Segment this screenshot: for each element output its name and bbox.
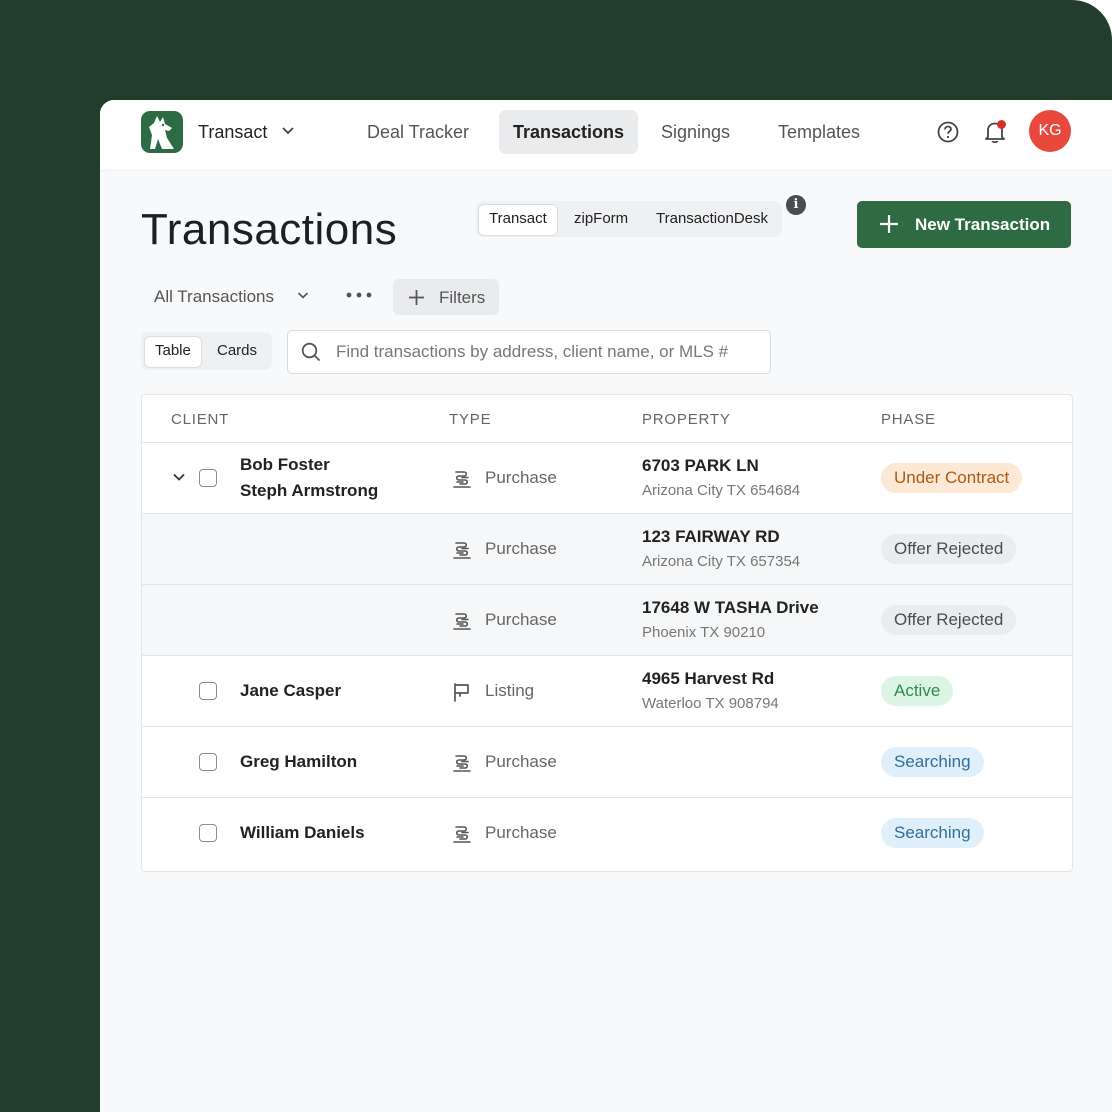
purchase-icon — [451, 468, 473, 495]
property-city: Arizona City TX 654684 — [642, 482, 801, 499]
layout-table[interactable]: Table — [144, 336, 202, 368]
new-transaction-button[interactable]: New Transaction — [857, 201, 1071, 248]
property-city: Waterloo TX 908794 — [642, 695, 779, 712]
phase-badge: Searching — [881, 818, 984, 848]
chevron-down-icon[interactable] — [296, 288, 310, 307]
transaction-type: Purchase — [485, 752, 557, 771]
filters-label: Filters — [439, 288, 486, 307]
source-transactiondesk[interactable]: TransactionDesk — [646, 204, 778, 234]
user-avatar[interactable]: KG — [1029, 110, 1071, 152]
brand-name[interactable]: Transact — [198, 122, 267, 143]
transaction-type: Purchase — [485, 610, 557, 629]
plus-icon — [877, 212, 901, 241]
property-city: Phoenix TX 90210 — [642, 624, 766, 641]
table-row[interactable]: Greg Hamilton Purchase Searching — [142, 727, 1072, 798]
property-address[interactable]: 123 FAIRWAY RD — [642, 527, 780, 547]
row-checkbox[interactable] — [199, 753, 217, 771]
chevron-down-icon[interactable] — [172, 470, 186, 489]
transactions-table: CLIENT TYPE PROPERTY PHASE Bob Foster St… — [141, 394, 1073, 872]
nav-deal-tracker[interactable]: Deal Tracker — [353, 110, 483, 154]
column-header-phase[interactable]: PHASE — [881, 411, 936, 428]
row-checkbox[interactable] — [199, 824, 217, 842]
property-address[interactable]: 6703 PARK LN — [642, 456, 759, 476]
table-row[interactable]: Bob Foster Steph Armstrong Purchase 6703… — [142, 443, 1072, 514]
client-name[interactable]: Steph Armstrong — [240, 481, 378, 501]
row-checkbox[interactable] — [199, 469, 217, 487]
property-city: Arizona City TX 657354 — [642, 553, 801, 570]
info-icon[interactable]: i — [786, 195, 806, 215]
phase-badge: Offer Rejected — [881, 605, 1017, 635]
table-row[interactable]: Purchase 17648 W TASHA Drive Phoenix TX … — [142, 585, 1072, 656]
client-name[interactable]: Jane Casper — [240, 681, 341, 701]
purchase-icon — [451, 539, 473, 566]
background-frame: Transact Deal Tracker Transactions Signi… — [0, 0, 1112, 1112]
phase-badge: Searching — [881, 747, 984, 777]
purchase-icon — [451, 752, 473, 779]
top-navbar: Transact Deal Tracker Transactions Signi… — [100, 100, 1112, 171]
phase-badge: Under Contract — [881, 463, 1023, 493]
purchase-icon — [451, 610, 473, 637]
table-row[interactable]: Purchase 123 FAIRWAY RD Arizona City TX … — [142, 514, 1072, 585]
transaction-type: Purchase — [485, 823, 557, 842]
column-header-client[interactable]: CLIENT — [171, 411, 229, 428]
phase-badge: Offer Rejected — [881, 534, 1017, 564]
table-row[interactable]: William Daniels Purchase Searching — [142, 798, 1072, 868]
app-window: Transact Deal Tracker Transactions Signi… — [100, 100, 1112, 1112]
plus-icon — [408, 289, 425, 311]
filters-button[interactable]: Filters — [393, 279, 499, 315]
more-options-icon[interactable] — [345, 286, 373, 309]
new-transaction-label: New Transaction — [915, 215, 1051, 234]
column-header-type[interactable]: TYPE — [449, 411, 491, 428]
layout-cards[interactable]: Cards — [207, 336, 267, 366]
help-circle-icon[interactable] — [936, 120, 960, 149]
property-address[interactable]: 4965 Harvest Rd — [642, 669, 774, 689]
page-title: Transactions — [141, 205, 398, 254]
nav-templates[interactable]: Templates — [764, 110, 874, 154]
search-icon — [301, 342, 321, 367]
view-select[interactable]: All Transactions — [154, 287, 274, 307]
client-name[interactable]: Greg Hamilton — [240, 752, 357, 772]
purchase-icon — [451, 823, 473, 850]
source-toggle: Transact zipForm TransactionDesk — [476, 201, 782, 237]
property-address[interactable]: 17648 W TASHA Drive — [642, 598, 819, 618]
table-row[interactable]: Jane Casper Listing 4965 Harvest Rd Wate… — [142, 656, 1072, 727]
nav-transactions[interactable]: Transactions — [499, 110, 639, 154]
listing-flag-icon — [451, 681, 473, 708]
source-zipform[interactable]: zipForm — [564, 204, 638, 234]
search-box — [287, 330, 771, 374]
chevron-down-icon[interactable] — [280, 122, 296, 143]
wolf-logo-icon[interactable] — [141, 111, 183, 153]
transaction-type: Listing — [485, 681, 535, 700]
search-input[interactable] — [334, 339, 758, 365]
source-transact[interactable]: Transact — [478, 204, 558, 236]
transaction-type: Purchase — [485, 539, 557, 558]
column-header-property[interactable]: PROPERTY — [642, 411, 731, 428]
row-checkbox[interactable] — [199, 682, 217, 700]
client-name[interactable]: William Daniels — [240, 823, 365, 843]
phase-badge: Active — [881, 676, 954, 706]
table-header: CLIENT TYPE PROPERTY PHASE — [142, 395, 1072, 443]
notification-dot — [997, 120, 1006, 129]
client-name[interactable]: Bob Foster — [240, 455, 330, 475]
layout-toggle: Table Cards — [141, 332, 272, 370]
nav-signings[interactable]: Signings — [647, 110, 744, 154]
transaction-type: Purchase — [485, 468, 557, 487]
